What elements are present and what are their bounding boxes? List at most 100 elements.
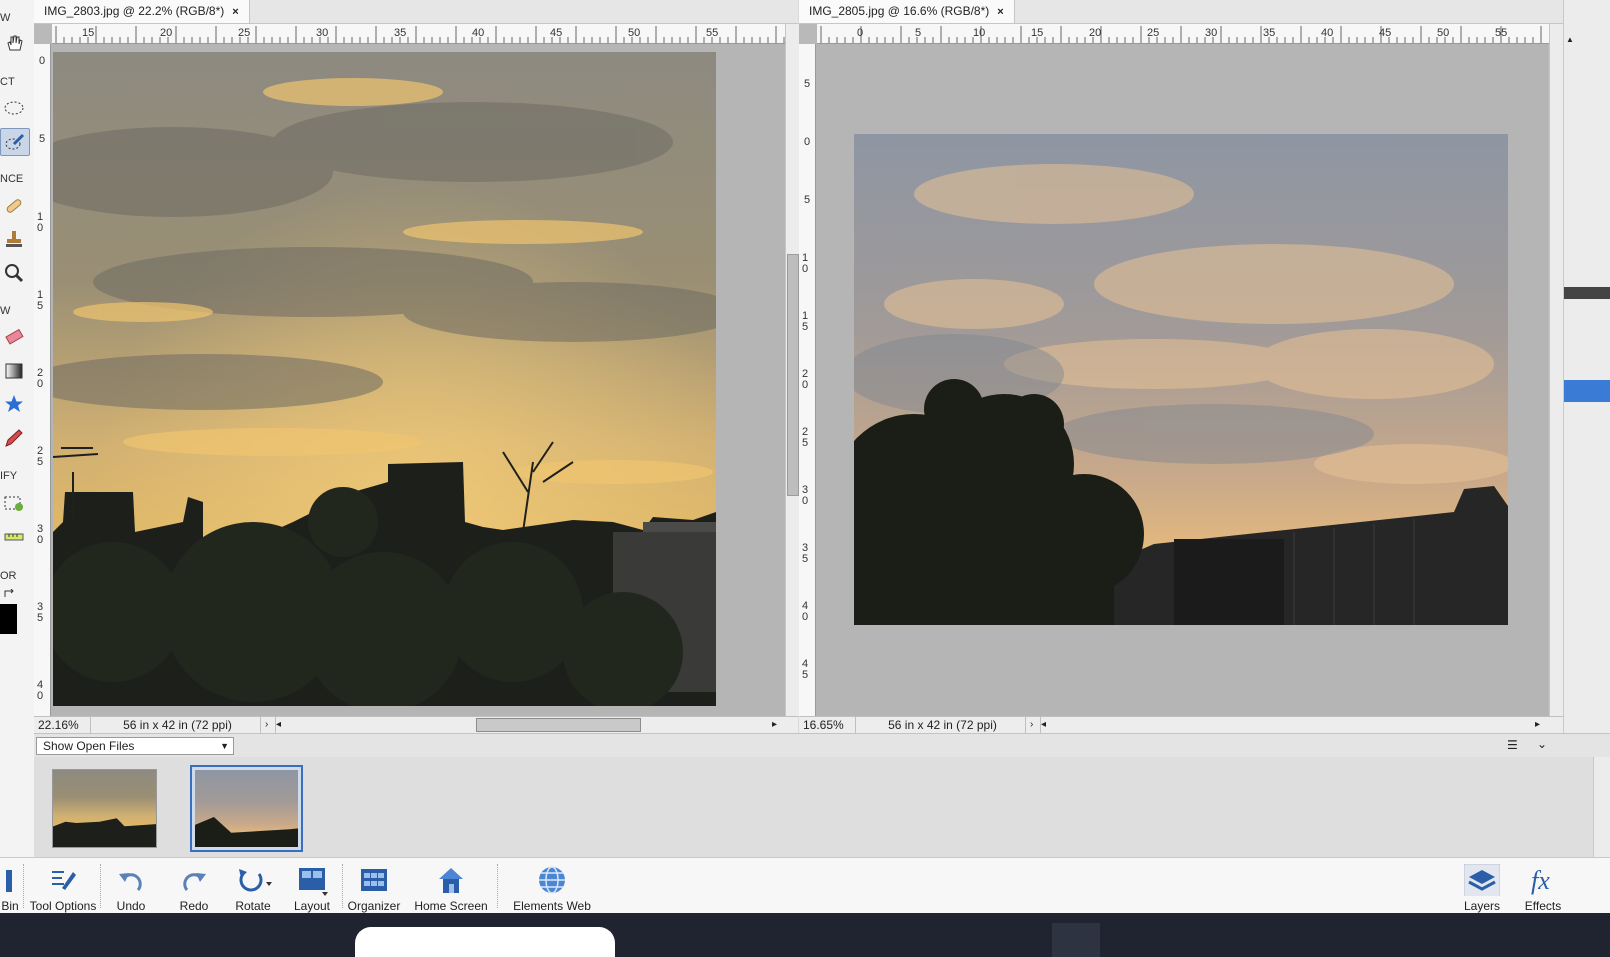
vertical-scrollbar-right[interactable] <box>1549 24 1563 716</box>
undo-button[interactable]: Undo <box>108 864 154 913</box>
close-icon[interactable]: × <box>997 6 1003 18</box>
canvas-area-right[interactable] <box>816 44 1548 716</box>
collapse-bin-chevron-icon[interactable]: ⌄ <box>1537 737 1547 751</box>
separator <box>342 864 344 908</box>
bottom-taskbar: Bin Tool Options Undo Redo Rotate Layout… <box>0 857 1610 914</box>
tool-options-button[interactable]: Tool Options <box>27 864 99 913</box>
ruler-label: 4 0 <box>801 600 809 623</box>
effects-button[interactable]: fx Effects <box>1518 864 1568 913</box>
organizer-button[interactable]: Organizer <box>346 864 402 913</box>
scroll-right-arrow-icon[interactable]: ▸ <box>772 717 777 733</box>
scroll-left-arrow-icon[interactable]: ◂ <box>276 717 281 733</box>
toolbox-section-view: W <box>0 12 11 24</box>
pencil-icon[interactable] <box>0 425 28 451</box>
ruler-label: 4 5 <box>801 658 809 681</box>
photo-bin <box>34 757 1610 857</box>
swap-colors-icon[interactable] <box>4 588 16 598</box>
foreground-color-swatch[interactable] <box>0 604 17 634</box>
layout-label: Layout <box>293 899 331 913</box>
ruler-label: 30 <box>316 27 329 39</box>
organizer-label: Organizer <box>347 899 401 913</box>
ruler-label: 5 <box>803 78 811 90</box>
os-taskbar <box>0 913 1610 957</box>
ruler-label: 0 <box>803 136 811 148</box>
toolbox-section-modify: IFY <box>0 470 18 482</box>
ruler-label: 3 5 <box>801 542 809 565</box>
photo-bin-header: Show Open Files ▼ ☰ ⌄ <box>34 733 1610 758</box>
ruler-label: 5 <box>38 133 46 145</box>
hand-tool-icon[interactable] <box>0 30 28 56</box>
home-screen-button[interactable]: Home Screen <box>413 864 489 913</box>
ruler-label: 10 <box>973 27 986 39</box>
photo-bin-label: Bin <box>1 899 19 913</box>
recompose-icon[interactable] <box>0 490 28 516</box>
separator <box>100 864 102 908</box>
canvas-area-left[interactable] <box>51 44 785 716</box>
rotate-button[interactable]: Rotate <box>230 864 276 913</box>
bin-options-menu-icon[interactable]: ☰ <box>1507 738 1518 752</box>
status-menu-arrow-icon[interactable]: › <box>1026 717 1041 733</box>
document-tab-img-2805[interactable]: IMG_2805.jpg @ 16.6% (RGB/8*) × <box>799 0 1015 23</box>
ruler-label: 55 <box>1495 27 1508 39</box>
toolbox-section-enhance: NCE <box>0 173 24 185</box>
ruler-label: 25 <box>238 27 251 39</box>
separator <box>497 864 499 908</box>
zoom-level[interactable]: 16.65% <box>799 717 856 733</box>
spot-healing-icon[interactable] <box>0 193 28 219</box>
status-menu-arrow-icon[interactable]: › <box>261 717 276 733</box>
os-taskbar-item[interactable] <box>1052 923 1100 957</box>
eraser-icon[interactable] <box>0 324 28 350</box>
os-search-box[interactable] <box>355 927 615 957</box>
document-window-left: IMG_2803.jpg @ 22.2% (RGB/8*) × 15 20 25 … <box>34 0 799 733</box>
scroll-up-arrow-icon[interactable]: ▲ <box>1566 35 1574 44</box>
ruler-label: 15 <box>82 27 95 39</box>
thumbnail-img-2805[interactable] <box>190 765 303 852</box>
undo-label: Undo <box>116 899 146 913</box>
panel-header <box>1564 287 1610 299</box>
ruler-label: 40 <box>1321 27 1334 39</box>
zoom-level[interactable]: 22.16% <box>34 717 91 733</box>
photo-img-2803[interactable] <box>53 52 716 706</box>
custom-shape-star-icon[interactable] <box>0 391 28 417</box>
ruler-label: 25 <box>1147 27 1160 39</box>
ruler-label: 50 <box>628 27 641 39</box>
ruler-label: 0 <box>857 27 864 39</box>
scrollbar-thumb[interactable] <box>787 254 799 496</box>
ruler-label: 45 <box>550 27 563 39</box>
quick-selection-icon[interactable] <box>0 128 30 156</box>
gradient-icon[interactable] <box>0 358 28 384</box>
ruler-label: 2 5 <box>36 445 44 468</box>
ruler-label: 1 0 <box>36 211 44 234</box>
effects-label: Effects <box>1524 899 1562 913</box>
ruler-label: 4 0 <box>36 679 44 702</box>
clone-stamp-icon[interactable] <box>0 226 28 252</box>
layers-button[interactable]: Layers <box>1458 864 1506 913</box>
home-screen-label: Home Screen <box>414 899 488 913</box>
bin-scrollbar[interactable] <box>1593 757 1610 857</box>
toolbox-section-select: CT <box>0 76 15 88</box>
ruler-label: 1 5 <box>801 310 809 333</box>
ruler-label: 3 0 <box>801 484 809 507</box>
elliptical-marquee-icon[interactable] <box>0 95 28 121</box>
redo-button[interactable]: Redo <box>171 864 217 913</box>
elements-web-button[interactable]: Elements Web <box>509 864 595 913</box>
tab-bar-left: IMG_2803.jpg @ 22.2% (RGB/8*) × <box>34 0 798 24</box>
straighten-icon[interactable] <box>0 523 28 549</box>
thumbnail-img-2803[interactable] <box>52 769 157 848</box>
scroll-right-arrow-icon[interactable]: ▸ <box>1535 717 1540 733</box>
toolbox: W CT NCE W IFY OR <box>0 0 35 880</box>
layout-button[interactable]: Layout <box>289 864 335 913</box>
show-open-files-dropdown[interactable]: Show Open Files ▼ <box>36 737 234 755</box>
photo-bin-button[interactable]: Bin <box>0 864 20 913</box>
close-icon[interactable]: × <box>232 6 238 18</box>
scroll-left-arrow-icon[interactable]: ◂ <box>1041 717 1046 733</box>
ruler-label: 20 <box>160 27 173 39</box>
photo-img-2805[interactable] <box>854 134 1508 625</box>
horizontal-scrollbar-thumb[interactable] <box>476 718 641 732</box>
ruler-label: 20 <box>1089 27 1102 39</box>
vertical-scrollbar-left[interactable] <box>785 24 799 716</box>
zoom-icon[interactable] <box>0 260 28 286</box>
toolbox-section-color: OR <box>0 570 17 582</box>
tab-bar-right: IMG_2805.jpg @ 16.6% (RGB/8*) × <box>799 0 1563 24</box>
document-tab-img-2803[interactable]: IMG_2803.jpg @ 22.2% (RGB/8*) × <box>34 0 250 23</box>
